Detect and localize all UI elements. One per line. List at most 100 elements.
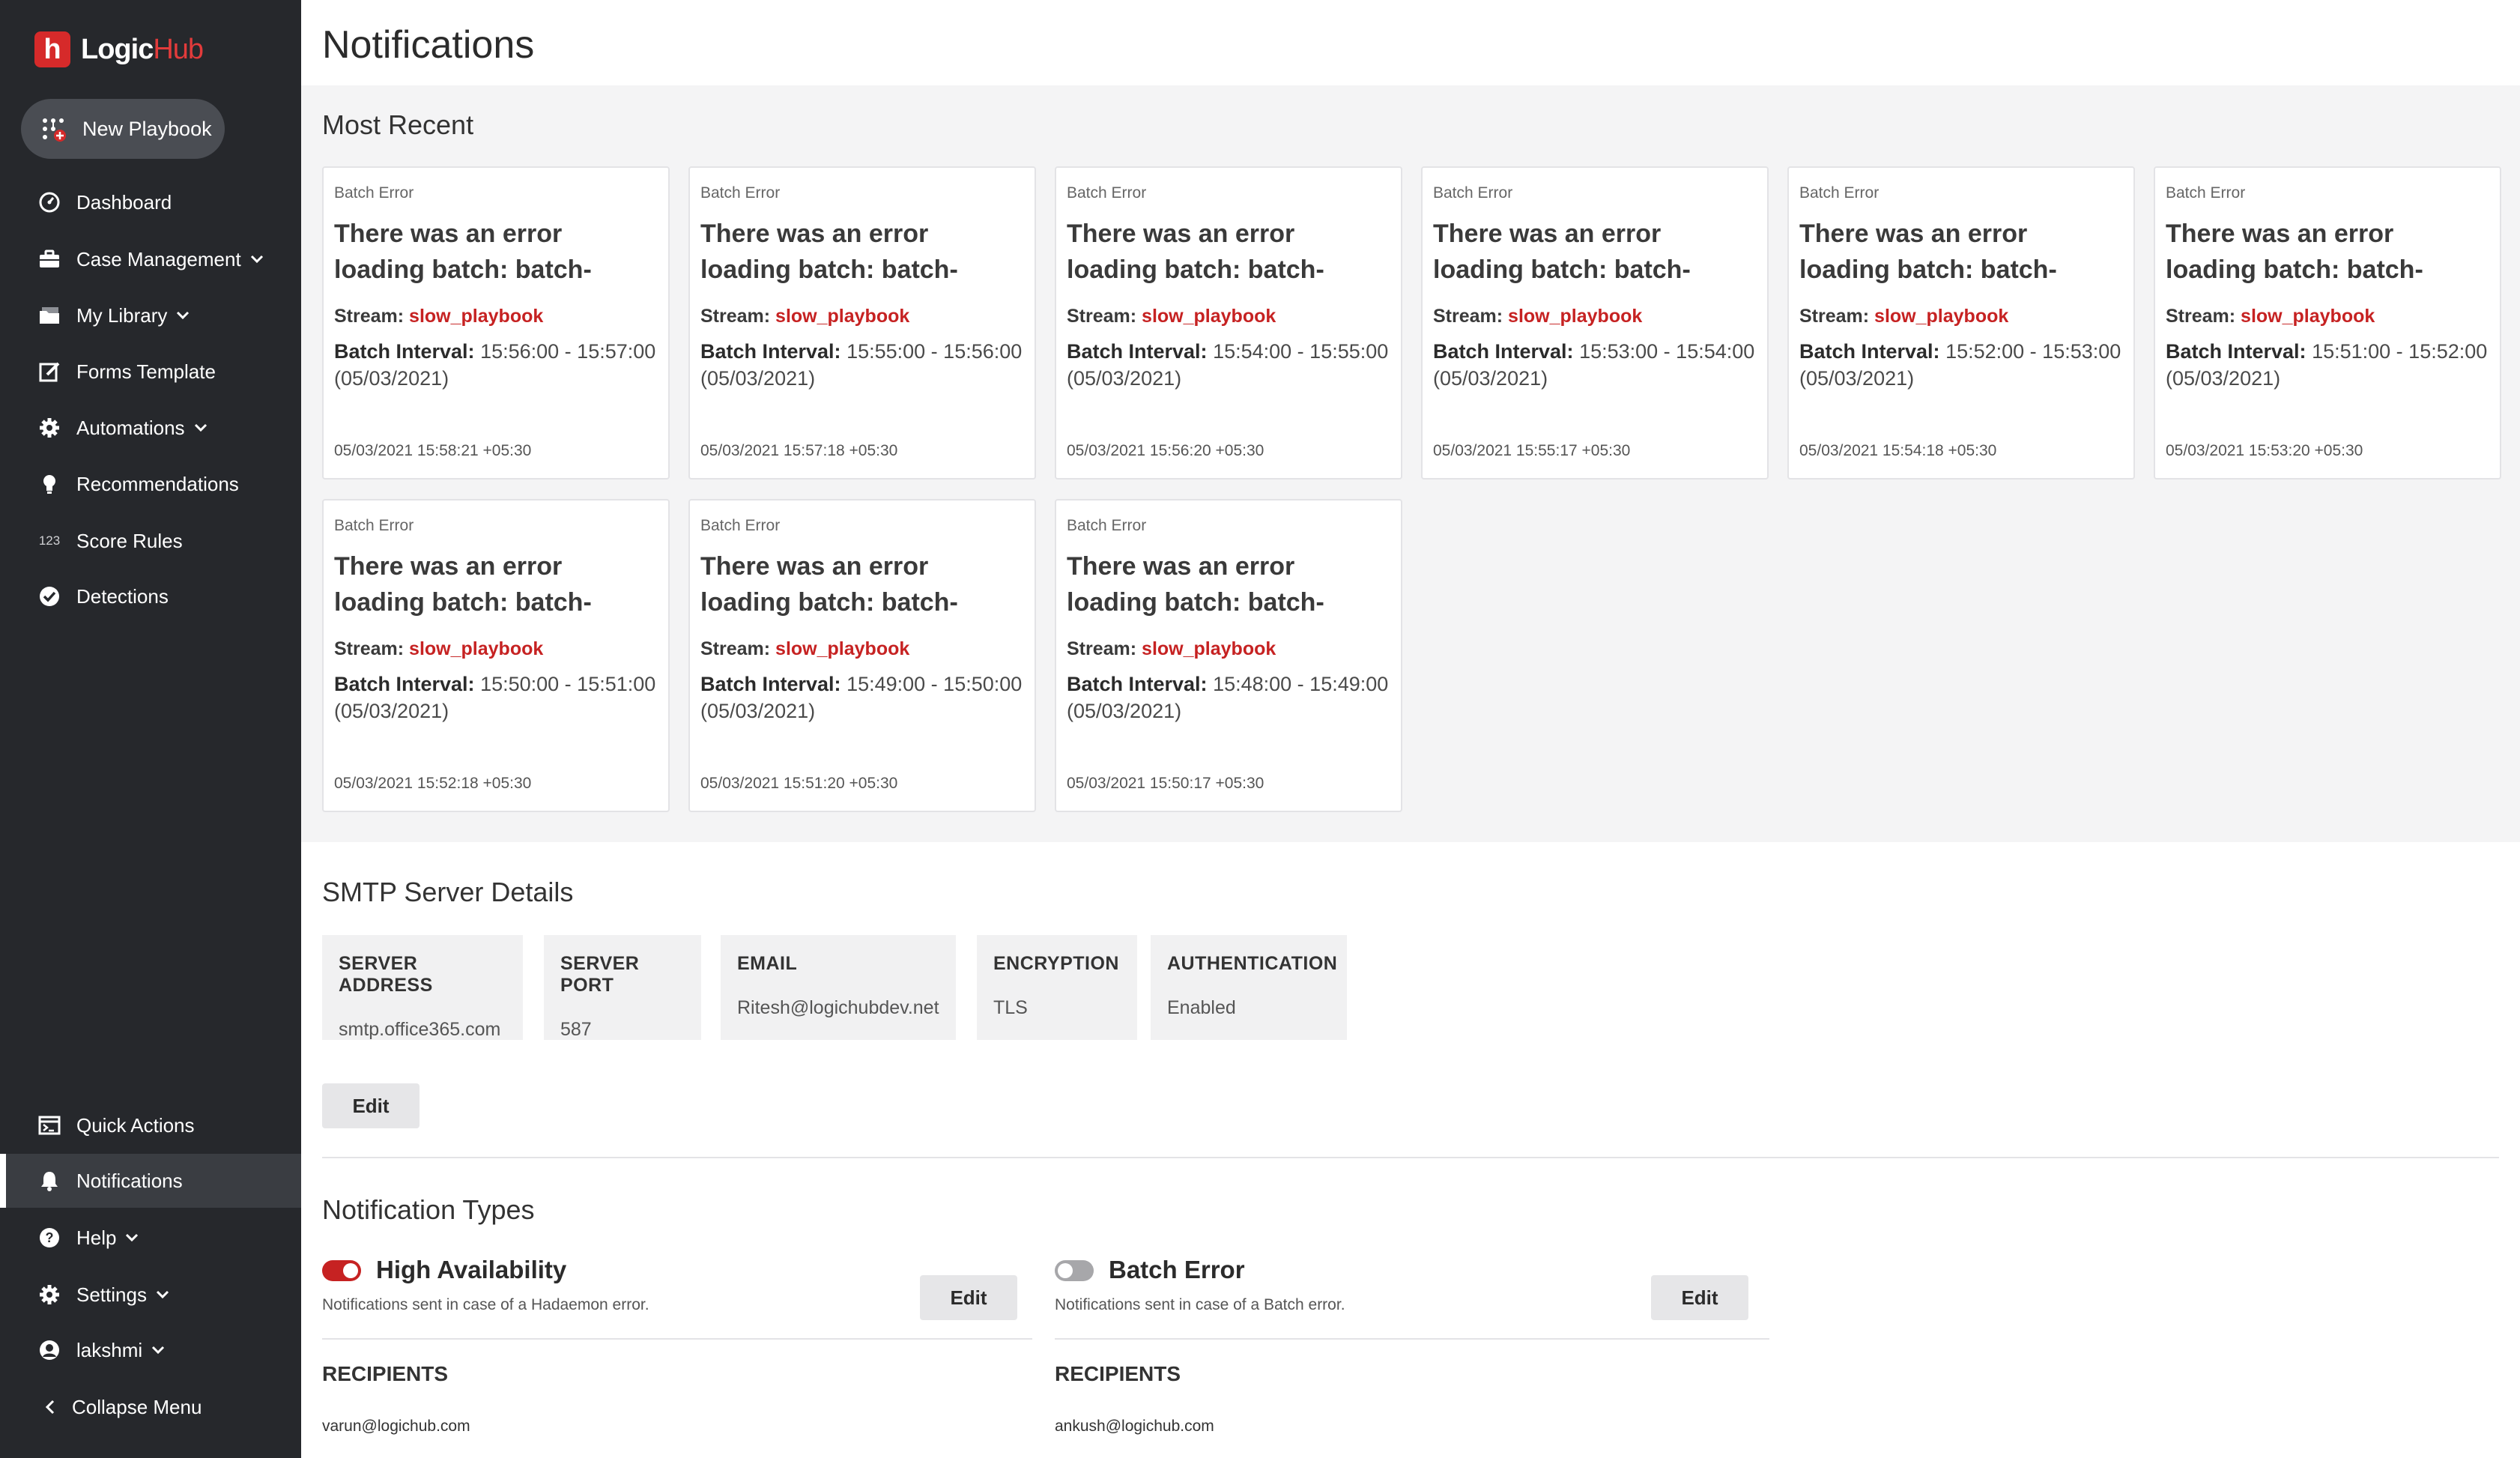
smtp-field-email: EMAIL Ritesh@logichubdev.net xyxy=(721,935,956,1040)
notification-card[interactable]: Batch Error There was an error loading ba… xyxy=(2154,166,2501,480)
batch-error-toggle[interactable] xyxy=(1055,1260,1094,1281)
123-icon: 123 xyxy=(38,533,61,548)
logo-text: LogicHub xyxy=(81,34,204,66)
sidebar-item-case-management[interactable]: Case Management xyxy=(0,232,301,286)
stream-label: Stream: xyxy=(1799,306,1870,327)
high-availability-toggle[interactable] xyxy=(322,1260,361,1281)
interval-label: Batch Interval: xyxy=(1067,673,1208,695)
smtp-field-label: SERVER ADDRESS xyxy=(339,953,433,996)
interval-date: (05/03/2021) xyxy=(1067,700,1182,722)
sidebar-item-label: Collapse Menu xyxy=(72,1395,202,1418)
smtp-field-label: ENCRYPTION xyxy=(993,953,1119,974)
sidebar-item-settings[interactable]: Settings xyxy=(0,1268,301,1322)
card-timestamp: 05/03/2021 15:55:17 +05:30 xyxy=(1433,442,1631,459)
interval-label: Batch Interval: xyxy=(700,340,841,363)
stream-link[interactable]: slow_playbook xyxy=(1142,638,1276,659)
svg-text:?: ? xyxy=(46,1230,54,1245)
card-timestamp: 05/03/2021 15:57:18 +05:30 xyxy=(700,442,898,459)
card-batch-interval: Batch Interval: 15:51:00 - 15:52:00 (05/0… xyxy=(2166,338,2489,392)
chevron-down-icon xyxy=(194,420,209,435)
sidebar-item-score-rules[interactable]: 123 Score Rules xyxy=(0,514,301,568)
stream-link[interactable]: slow_playbook xyxy=(775,638,909,659)
interval-date: (05/03/2021) xyxy=(700,367,816,390)
card-kind: Batch Error xyxy=(2166,184,2246,202)
sidebar-item-my-library[interactable]: My Library xyxy=(0,288,301,342)
sidebar-item-label: lakshmi xyxy=(76,1338,143,1361)
interval-date: (05/03/2021) xyxy=(334,367,449,390)
section-divider xyxy=(322,1157,2499,1158)
smtp-field-label: SERVER PORT xyxy=(560,953,640,996)
card-kind: Batch Error xyxy=(700,517,781,534)
notification-type-description: Notifications sent in case of a Batch er… xyxy=(1055,1296,1345,1313)
sidebar-item-label: Notifications xyxy=(76,1169,183,1192)
card-stream: Stream: slow_playbook xyxy=(1433,306,1757,327)
interval-date: (05/03/2021) xyxy=(1799,367,1915,390)
sidebar-item-label: Recommendations xyxy=(76,472,239,495)
batch-error-edit-button[interactable]: Edit xyxy=(1651,1275,1748,1320)
smtp-field-server-port: SERVER PORT 587 xyxy=(544,935,701,1040)
sidebar-item-recommendations[interactable]: Recommendations xyxy=(0,457,301,511)
notification-type-description: Notifications sent in case of a Hadaemon… xyxy=(322,1296,649,1313)
sidebar-item-label: Settings xyxy=(76,1283,147,1306)
card-stream: Stream: slow_playbook xyxy=(1067,306,1390,327)
sidebar-item-user[interactable]: lakshmi xyxy=(0,1323,301,1377)
card-message: There was an error loading batch: batch-… xyxy=(334,552,592,617)
sidebar-item-forms-template[interactable]: Forms Template xyxy=(0,345,301,399)
playbook-add-icon xyxy=(40,116,66,142)
interval-date: (05/03/2021) xyxy=(1067,367,1182,390)
smtp-field-label: AUTHENTICATION xyxy=(1167,953,1338,974)
sidebar-item-dashboard[interactable]: Dashboard xyxy=(0,175,301,229)
sidebar-item-quick-actions[interactable]: Quick Actions xyxy=(0,1098,301,1152)
notification-card[interactable]: Batch Error There was an error loading ba… xyxy=(322,166,670,480)
stream-link[interactable]: slow_playbook xyxy=(1874,306,2008,327)
interval-value: 15:50:00 - 15:51:00 xyxy=(480,673,656,695)
card-kind: Batch Error xyxy=(1799,184,1880,202)
smtp-edit-button[interactable]: Edit xyxy=(322,1083,420,1128)
stream-link[interactable]: slow_playbook xyxy=(409,306,543,327)
card-message: There was an error loading batch: batch-… xyxy=(700,552,958,617)
chevron-down-icon xyxy=(176,308,191,323)
stream-label: Stream: xyxy=(334,306,405,327)
chevron-down-icon xyxy=(151,1343,166,1358)
collapse-menu-button[interactable]: Collapse Menu xyxy=(0,1380,301,1434)
sidebar-item-detections[interactable]: Detections xyxy=(0,569,301,623)
card-stream: Stream: slow_playbook xyxy=(1799,306,2123,327)
card-batch-interval: Batch Interval: 15:55:00 - 15:56:00 (05/0… xyxy=(700,338,1024,392)
notification-type-name: Batch Error xyxy=(1109,1256,1245,1283)
notification-card[interactable]: Batch Error There was an error loading ba… xyxy=(1787,166,2135,480)
stream-link[interactable]: slow_playbook xyxy=(2241,306,2375,327)
check-circle-icon xyxy=(37,584,61,608)
sidebar-item-help[interactable]: ? Help xyxy=(0,1211,301,1265)
card-timestamp: 05/03/2021 15:52:18 +05:30 xyxy=(334,775,532,792)
stream-label: Stream: xyxy=(1067,638,1137,659)
card-message: There was an error loading batch: batch-… xyxy=(2166,220,2423,284)
card-message: There was an error loading batch: batch-… xyxy=(1433,220,1691,284)
sidebar-item-notifications[interactable]: Notifications xyxy=(0,1154,301,1208)
sidebar-item-label: Quick Actions xyxy=(76,1113,195,1137)
notification-card[interactable]: Batch Error There was an error loading ba… xyxy=(322,499,670,812)
notification-card[interactable]: Batch Error There was an error loading ba… xyxy=(1055,166,1402,480)
stream-link[interactable]: slow_playbook xyxy=(1508,306,1642,327)
edit-icon xyxy=(37,360,61,384)
high-availability-edit-button[interactable]: Edit xyxy=(920,1275,1017,1320)
new-playbook-button[interactable]: New Playbook xyxy=(21,99,225,159)
sidebar-item-automations[interactable]: Automations xyxy=(0,401,301,455)
smtp-field-value: TLS xyxy=(993,997,1028,1018)
recipients-heading: RECIPIENTS xyxy=(322,1362,449,1385)
card-stream: Stream: slow_playbook xyxy=(1067,638,1390,660)
recipient-email: ankush@logichub.com xyxy=(1055,1418,1214,1435)
notification-card[interactable]: Batch Error There was an error loading ba… xyxy=(1421,166,1769,480)
notification-card[interactable]: Batch Error There was an error loading ba… xyxy=(688,166,1036,480)
stream-link[interactable]: slow_playbook xyxy=(775,306,909,327)
notification-card[interactable]: Batch Error There was an error loading ba… xyxy=(1055,499,1402,812)
stream-link[interactable]: slow_playbook xyxy=(1142,306,1276,327)
stream-link[interactable]: slow_playbook xyxy=(409,638,543,659)
chevron-left-icon xyxy=(42,1395,58,1419)
sidebar-item-label: Automations xyxy=(76,416,185,439)
smtp-field-authentication: AUTHENTICATION Enabled xyxy=(1151,935,1347,1040)
logichub-logo[interactable]: h LogicHub xyxy=(34,31,204,67)
interval-date: (05/03/2021) xyxy=(334,700,449,722)
notification-card[interactable]: Batch Error There was an error loading ba… xyxy=(688,499,1036,812)
card-batch-interval: Batch Interval: 15:48:00 - 15:49:00 (05/0… xyxy=(1067,671,1390,725)
most-recent-title: Most Recent xyxy=(322,109,474,140)
